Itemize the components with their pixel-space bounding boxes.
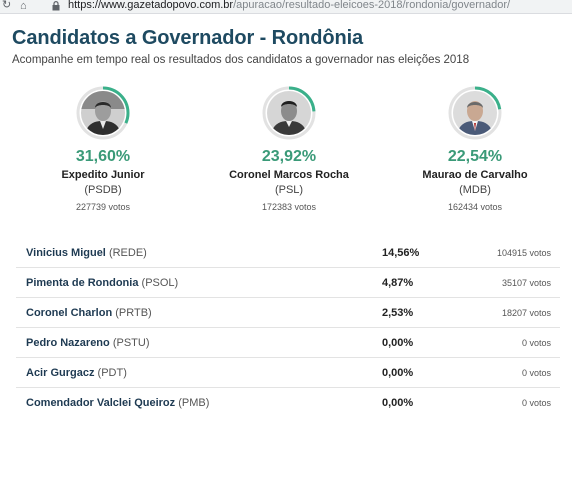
candidate-name: Coronel Marcos Rocha xyxy=(229,169,349,181)
candidate-card: 31,60% Expedito Junior (PSDB) 227739 vot… xyxy=(28,86,178,213)
candidate-name: Expedito Junior xyxy=(61,169,145,181)
candidate-votes: 35107 votos xyxy=(501,278,551,288)
candidate-votes: 0 votos xyxy=(521,368,551,378)
candidate-list: Vinicius Miguel (REDE) 14,56% 104915 vot… xyxy=(16,238,560,418)
candidate-percent: 0,00% xyxy=(382,397,414,409)
candidate-votes: 18207 votos xyxy=(501,308,551,318)
candidate-party: (PSL) xyxy=(274,184,304,196)
url-field[interactable]: https://www.gazetadopovo.com.br/apuracao… xyxy=(68,0,510,12)
list-item: Acir Gurgacz (PDT) 0,00% 0 votos xyxy=(16,358,560,388)
candidate-name: Pimenta de Rondonia xyxy=(26,277,139,289)
candidate-percent: 31,60% xyxy=(75,148,131,165)
url-path: /apuracao/resultado-eleicoes-2018/rondon… xyxy=(233,0,511,11)
candidate-party: (REDE) xyxy=(108,247,147,259)
candidate-photo xyxy=(81,91,125,135)
candidate-party: (PRTB) xyxy=(115,307,152,319)
candidate-votes: 0 votos xyxy=(521,338,551,348)
list-item: Pedro Nazareno (PSTU) 0,00% 0 votos xyxy=(16,328,560,358)
page-subtitle: Acompanhe em tempo real os resultados do… xyxy=(12,54,470,66)
reload-icon[interactable]: ↻ xyxy=(2,0,11,12)
page-title: Candidatos a Governador - Rondônia xyxy=(12,27,364,49)
browser-address-bar: ↻ ⌂ https://www.gazetadopovo.com.br/apur… xyxy=(0,0,572,14)
candidate-percent: 22,54% xyxy=(447,148,503,165)
candidate-votes: 172383 votos xyxy=(261,202,317,212)
list-item: Pimenta de Rondonia (PSOL) 4,87% 35107 v… xyxy=(16,268,560,298)
candidate-name: Pedro Nazareno xyxy=(26,337,110,349)
candidate-avatar-ring xyxy=(262,86,316,140)
candidate-avatar-ring xyxy=(76,86,130,140)
candidate-votes: 227739 votos xyxy=(75,202,131,212)
candidate-name-party: Pimenta de Rondonia (PSOL) xyxy=(26,277,178,289)
list-item: Vinicius Miguel (REDE) 14,56% 104915 vot… xyxy=(16,238,560,268)
candidate-card: 23,92% Coronel Marcos Rocha (PSL) 172383… xyxy=(214,86,364,213)
candidate-party: (PMB) xyxy=(178,397,210,409)
candidate-votes: 104915 votos xyxy=(496,248,551,258)
candidate-avatar-ring xyxy=(448,86,502,140)
candidate-percent: 0,00% xyxy=(382,337,414,349)
candidate-party: (PSDB) xyxy=(84,184,122,196)
candidate-party: (MDB) xyxy=(459,184,491,196)
candidate-party: (PSOL) xyxy=(141,277,179,289)
candidate-name-party: Comendador Valclei Queiroz (PMB) xyxy=(26,397,209,409)
candidate-name: Vinicius Miguel xyxy=(26,247,106,259)
candidate-percent: 2,53% xyxy=(382,307,414,319)
candidate-name: Acir Gurgacz xyxy=(26,367,95,379)
candidate-party: (PDT) xyxy=(97,367,127,379)
candidate-photo xyxy=(267,91,311,135)
candidate-photo xyxy=(453,91,497,135)
candidate-percent: 0,00% xyxy=(382,367,414,379)
list-item: Comendador Valclei Queiroz (PMB) 0,00% 0… xyxy=(16,388,560,418)
candidate-name-party: Pedro Nazareno (PSTU) xyxy=(26,337,149,349)
home-icon[interactable]: ⌂ xyxy=(20,0,27,13)
candidate-name-party: Coronel Charlon (PRTB) xyxy=(26,307,152,319)
list-item: Coronel Charlon (PRTB) 2,53% 18207 votos xyxy=(16,298,560,328)
candidate-name: Maurao de Carvalho xyxy=(422,169,528,181)
candidate-party: (PSTU) xyxy=(112,337,150,349)
candidate-votes: 0 votos xyxy=(521,398,551,408)
candidate-name: Coronel Charlon xyxy=(26,307,113,319)
lock-icon xyxy=(52,1,60,11)
candidate-name-party: Vinicius Miguel (REDE) xyxy=(26,247,147,259)
candidate-card: 22,54% Maurao de Carvalho (MDB) 162434 v… xyxy=(400,86,550,213)
candidate-name: Comendador Valclei Queiroz xyxy=(26,397,176,409)
candidate-percent: 14,56% xyxy=(382,247,420,259)
url-host: https://www.gazetadopovo.com.br xyxy=(68,0,234,11)
candidate-votes: 162434 votos xyxy=(447,202,503,212)
candidate-name-party: Acir Gurgacz (PDT) xyxy=(26,367,127,379)
candidate-percent: 4,87% xyxy=(382,277,414,289)
candidate-percent: 23,92% xyxy=(261,148,317,165)
